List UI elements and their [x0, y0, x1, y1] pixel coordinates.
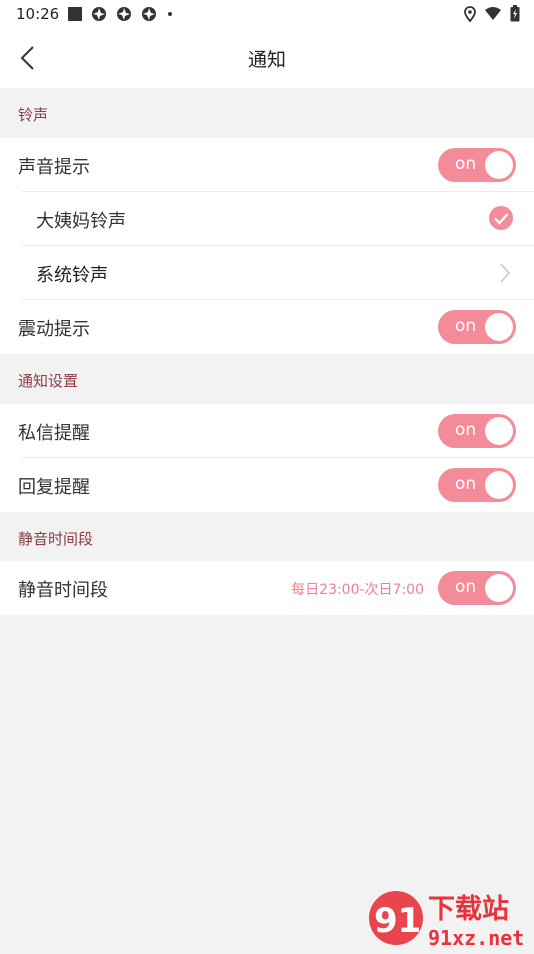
- row-label: 声音提示: [18, 157, 90, 178]
- toggle-state-label: on: [455, 577, 477, 597]
- toggle-knob: [485, 417, 513, 445]
- toggle-knob: [485, 574, 513, 602]
- private-message-toggle[interactable]: on: [438, 414, 516, 448]
- watermark-title: 下载站: [428, 894, 509, 925]
- location-icon: [464, 5, 476, 22]
- row-vibrate-alert: 震动提示 on: [0, 300, 534, 354]
- toggle-state-label: on: [455, 474, 477, 494]
- notification-dot-icon: [168, 12, 172, 16]
- page-title: 通知: [247, 49, 286, 71]
- row-sound-alert: 声音提示 on: [0, 138, 534, 192]
- quiet-hours-toggle[interactable]: on: [438, 571, 516, 605]
- row-private-message: 私信提醒 on: [0, 404, 534, 458]
- reply-toggle[interactable]: on: [438, 468, 516, 502]
- aperture-icon: [142, 7, 156, 21]
- watermark-logo-text: 91: [374, 901, 421, 941]
- wifi-icon: [485, 7, 501, 20]
- section-header-quiet-hours: 静音时间段: [0, 512, 534, 561]
- top-app-bar: 通知: [0, 28, 534, 88]
- status-bar: 10:26: [0, 0, 534, 28]
- status-right-icons: [464, 5, 520, 22]
- row-label: 震动提示: [18, 319, 90, 340]
- watermark-graphic: 91 下载站 91xz.net: [369, 891, 524, 950]
- site-watermark-logo: 91 下载站 91xz.net: [362, 888, 534, 950]
- toggle-knob: [485, 151, 513, 179]
- section-title: 静音时间段: [18, 530, 94, 548]
- section-title: 铃声: [18, 106, 49, 124]
- chevron-right-icon: [500, 263, 511, 283]
- row-label: 静音时间段: [18, 580, 108, 601]
- stop-square-icon: [68, 7, 82, 21]
- section-header-notification-settings: 通知设置: [0, 354, 534, 404]
- toggle-state-label: on: [455, 420, 477, 440]
- sound-alert-toggle[interactable]: on: [438, 148, 516, 182]
- row-label: 大姨妈铃声: [36, 211, 126, 232]
- row-label: 系统铃声: [36, 265, 108, 286]
- vibrate-alert-toggle[interactable]: on: [438, 310, 516, 344]
- row-label: 回复提醒: [18, 477, 90, 498]
- row-aunt-ringtone[interactable]: 大姨妈铃声: [0, 192, 534, 246]
- row-system-ringtone[interactable]: 系统铃声: [0, 246, 534, 300]
- row-reply: 回复提醒 on: [0, 458, 534, 512]
- toggle-state-label: on: [455, 154, 477, 174]
- section-title: 通知设置: [18, 372, 79, 390]
- status-left-icons: [68, 6, 172, 22]
- quiet-hours-value: 每日23:00-次日7:00: [291, 582, 424, 598]
- toggle-knob: [485, 471, 513, 499]
- battery-icon: [510, 5, 520, 22]
- toggle-knob: [485, 313, 513, 341]
- aperture-icon: [117, 7, 131, 21]
- check-circle-icon: [489, 206, 513, 230]
- aperture-icon: [92, 7, 106, 21]
- row-label: 私信提醒: [18, 423, 90, 444]
- toggle-state-label: on: [455, 316, 477, 336]
- section-header-ringtone: 铃声: [0, 88, 534, 138]
- row-quiet-hours[interactable]: 静音时间段 每日23:00-次日7:00 on: [0, 561, 534, 615]
- watermark-url: 91xz.net: [428, 926, 524, 950]
- status-time: 10:26: [16, 5, 60, 23]
